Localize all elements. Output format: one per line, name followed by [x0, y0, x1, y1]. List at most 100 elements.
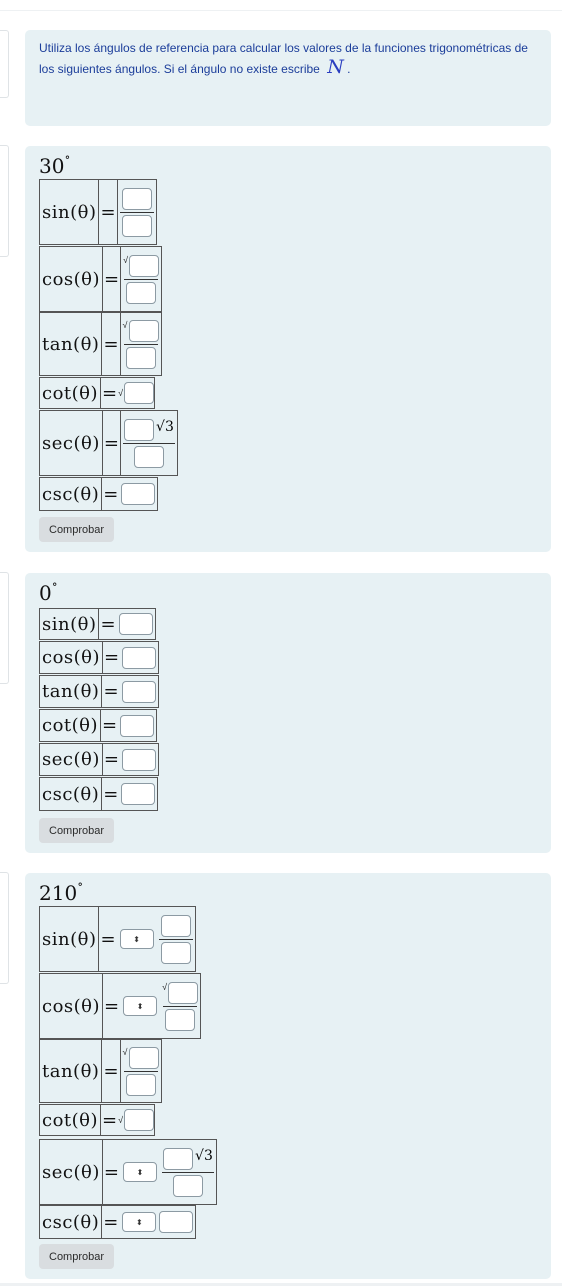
cos-numerator-input[interactable]: [168, 981, 199, 1004]
equals-sign: =: [103, 432, 119, 454]
csc-input[interactable]: [159, 1211, 194, 1233]
degree-symbol: ∘: [51, 577, 58, 592]
tan-denominator-input[interactable]: [125, 1073, 156, 1096]
fraction-bar: [158, 938, 193, 940]
tan-fraction: √: [119, 1040, 161, 1102]
sin-denominator-input[interactable]: [121, 214, 152, 237]
sec-row: sec(θ) = √3: [39, 410, 178, 476]
tan-row: tan(θ) = √: [39, 1039, 162, 1103]
select-arrow-icon: ⬍: [136, 1217, 143, 1227]
check-button[interactable]: Comprobar: [39, 1244, 115, 1269]
sin-row: sin(θ) =: [39, 608, 156, 640]
cot-input[interactable]: [124, 1109, 155, 1131]
sign-select[interactable]: ⬍: [123, 996, 158, 1016]
sqrt-icon: √: [122, 319, 128, 330]
side-tab: [0, 872, 9, 984]
check-button[interactable]: Comprobar: [39, 818, 115, 843]
cos-row: cos(θ) = √: [39, 246, 163, 312]
tan-fraction: √: [119, 313, 161, 375]
angle-heading: 0∘: [39, 577, 58, 605]
fraction-bar: [124, 278, 159, 280]
fraction-bar: [123, 343, 158, 345]
cos-input[interactable]: [122, 646, 157, 669]
sec-numerator-input[interactable]: [124, 418, 155, 441]
sec-fraction: √3: [160, 1140, 216, 1204]
equals-sign: =: [100, 928, 116, 950]
check-button[interactable]: Comprobar: [39, 517, 115, 542]
csc-row: csc(θ) =: [39, 477, 159, 511]
sec-fraction: √3: [119, 411, 177, 475]
tan-row: tan(θ) = √: [39, 312, 162, 376]
csc-row: csc(θ) =: [39, 777, 159, 811]
csc-label: csc(θ): [40, 1206, 103, 1238]
fraction-bar: [119, 211, 154, 213]
tan-label: tan(θ): [40, 676, 103, 707]
degree-symbol: ∘: [77, 877, 84, 892]
angle-value: 210: [39, 881, 78, 905]
sign-select[interactable]: ⬍: [122, 1212, 157, 1232]
sec-input[interactable]: [121, 748, 156, 771]
equals-sign: =: [102, 382, 118, 404]
cot-row: cot(θ) = √: [39, 377, 156, 409]
cos-row: cos(θ) =: [39, 641, 160, 674]
select-arrow-icon: ⬍: [133, 934, 140, 944]
sin-fraction: [116, 180, 156, 244]
sin-numerator-input[interactable]: [160, 914, 191, 937]
sin-numerator-input[interactable]: [121, 187, 152, 210]
cot-input[interactable]: [124, 382, 155, 404]
side-tab: [0, 145, 9, 257]
cos-denominator-input[interactable]: [126, 281, 157, 304]
equals-sign: =: [103, 1211, 119, 1233]
sin-row: sin(θ) = ⬍: [39, 906, 196, 972]
tan-row: tan(θ) =: [39, 675, 159, 708]
sqrt-icon: √: [162, 981, 168, 992]
sin-denominator-input[interactable]: [160, 941, 191, 964]
sec-denominator-input[interactable]: [172, 1174, 203, 1197]
select-arrow-icon: ⬍: [136, 1167, 144, 1177]
sec-label: sec(θ): [40, 411, 103, 475]
angle-heading: 30∘: [39, 150, 70, 178]
csc-input[interactable]: [121, 483, 156, 505]
cot-label: cot(θ): [40, 1105, 102, 1135]
sin-label: sin(θ): [40, 609, 100, 639]
root-three: √3: [156, 418, 174, 435]
tan-denominator-input[interactable]: [125, 346, 156, 369]
fraction-bar: [163, 1005, 198, 1007]
sec-denominator-input[interactable]: [133, 445, 164, 468]
sec-row: sec(θ) =: [39, 743, 159, 776]
cot-input[interactable]: [120, 714, 155, 737]
cos-label: cos(θ): [40, 974, 104, 1038]
tan-label: tan(θ): [40, 1040, 103, 1102]
cos-fraction: √: [160, 974, 200, 1038]
sqrt-icon: √: [122, 1046, 128, 1057]
sqrt-icon: √: [123, 254, 129, 265]
sign-select[interactable]: ⬍: [122, 1162, 157, 1182]
instructions-text: Utiliza los ángulos de referencia para c…: [39, 39, 529, 79]
equals-sign: =: [100, 613, 116, 635]
angle-value: 0: [39, 581, 52, 605]
equals-sign: =: [104, 647, 120, 668]
equals-sign: =: [103, 1060, 119, 1082]
cos-fraction: √: [120, 247, 161, 311]
sin-label: sin(θ): [40, 907, 100, 971]
equals-sign: =: [103, 483, 119, 505]
instructions-body: Utiliza los ángulos de referencia para c…: [39, 41, 528, 76]
cos-label: cos(θ): [40, 247, 104, 311]
cos-numerator-input[interactable]: [129, 254, 160, 277]
equals-sign: =: [104, 995, 120, 1017]
sec-label: sec(θ): [40, 744, 103, 775]
csc-label: csc(θ): [40, 778, 103, 810]
sign-select[interactable]: ⬍: [119, 929, 154, 949]
tan-input[interactable]: [121, 680, 156, 703]
tan-numerator-input[interactable]: [128, 1046, 159, 1069]
sec-numerator-input[interactable]: [163, 1147, 194, 1170]
csc-input[interactable]: [121, 783, 156, 805]
equals-sign: =: [103, 749, 119, 770]
cos-denominator-input[interactable]: [165, 1008, 196, 1031]
sin-input[interactable]: [118, 613, 153, 635]
sin-label: sin(θ): [40, 180, 100, 244]
tan-numerator-input[interactable]: [128, 319, 159, 342]
equals-sign: =: [103, 783, 119, 805]
n-symbol: N: [327, 56, 344, 78]
fraction-bar: [123, 1070, 158, 1072]
